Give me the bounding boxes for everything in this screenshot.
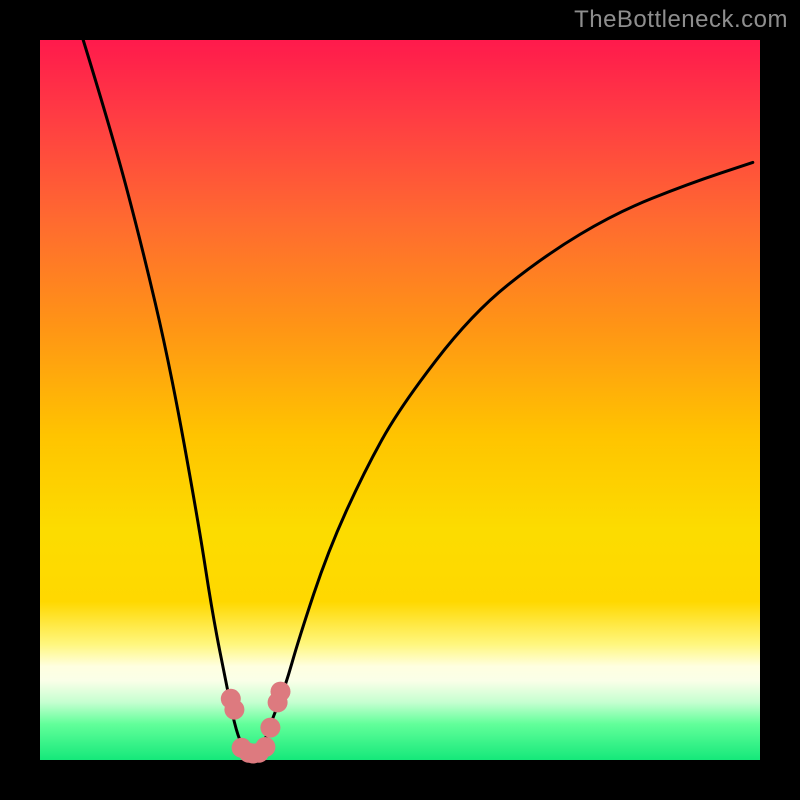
highlight-marker xyxy=(271,682,291,702)
plot-area xyxy=(40,40,760,760)
highlight-marker xyxy=(255,737,275,757)
highlighted-points xyxy=(221,682,291,764)
highlight-marker xyxy=(224,700,244,720)
attribution-text: TheBottleneck.com xyxy=(574,6,788,34)
chart-frame: TheBottleneck.com xyxy=(0,0,800,800)
chart-overlay xyxy=(40,40,760,760)
highlight-marker xyxy=(260,718,280,738)
bottleneck-curve xyxy=(83,40,753,753)
